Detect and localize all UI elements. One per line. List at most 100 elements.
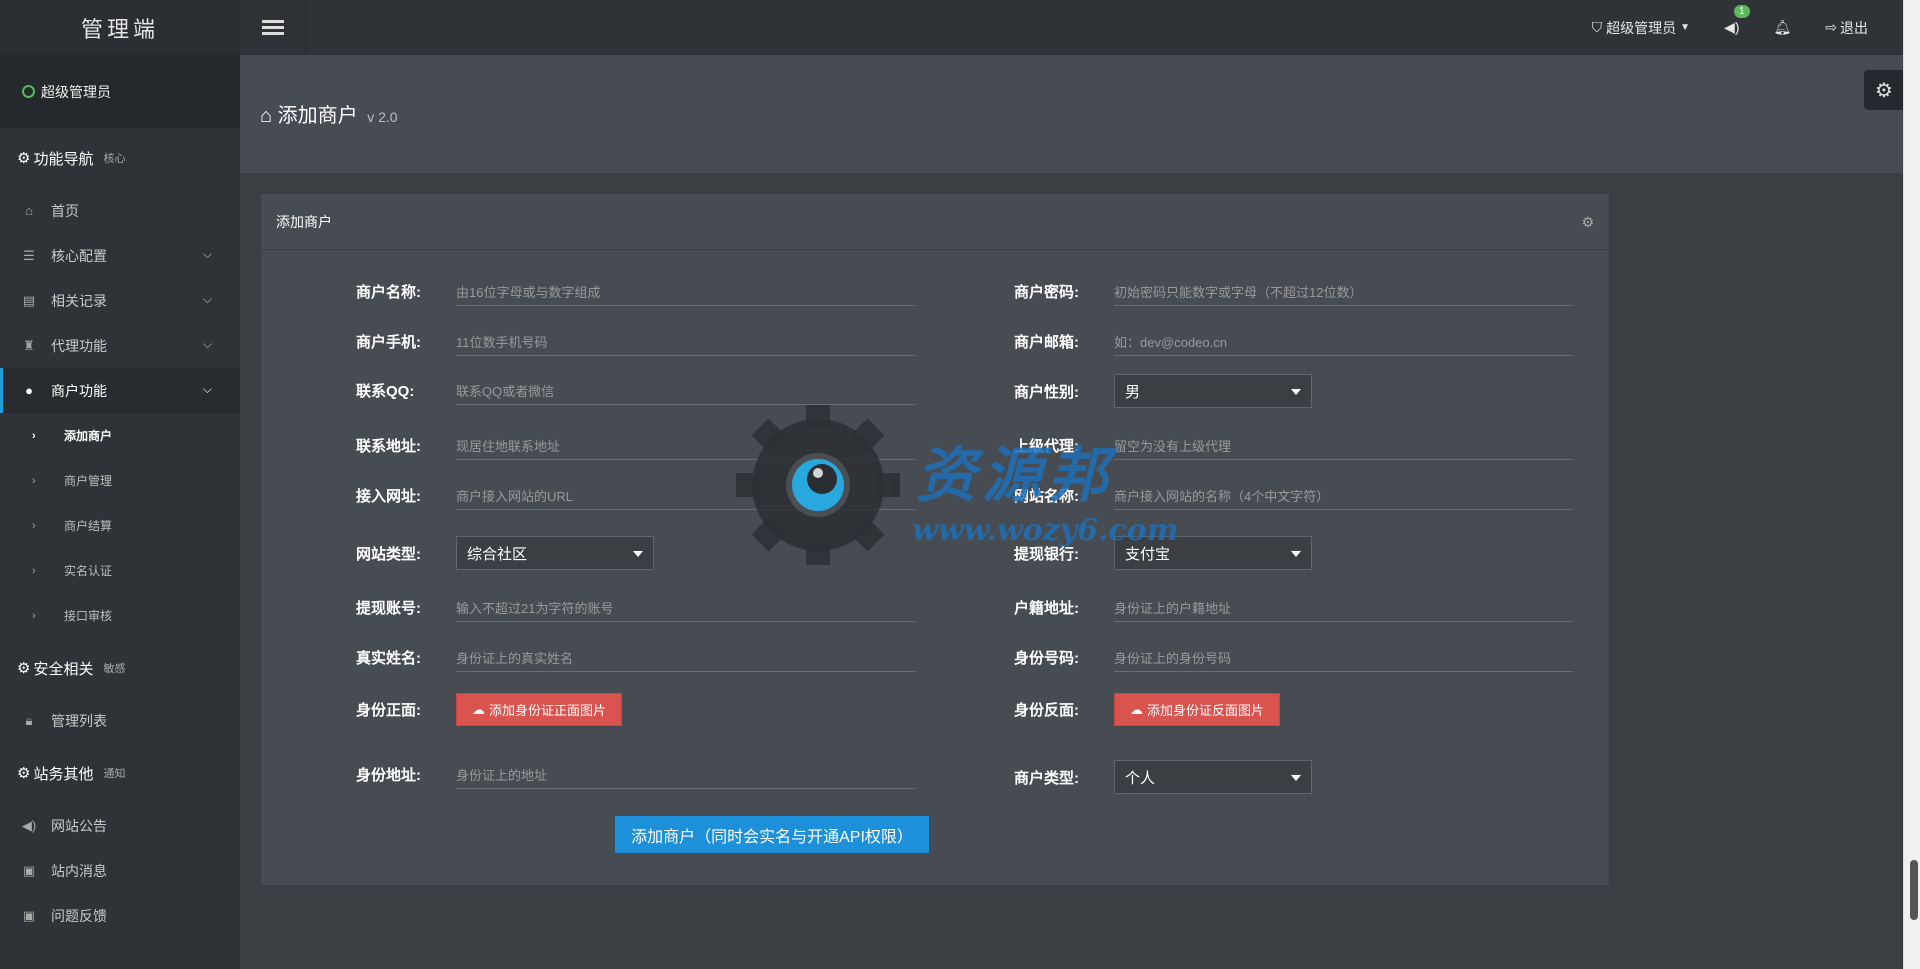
real-name-input[interactable]: 身份证上的真实姓名 — [456, 643, 915, 672]
site-type-select[interactable]: 综合社区 — [456, 536, 654, 570]
sliders-icon: ☰ — [23, 247, 35, 263]
bell-icon: 🔔︎ — [1773, 19, 1792, 35]
field-access-url: 接入网址: 商户接入网站的URL — [356, 481, 915, 510]
gear-icon[interactable]: ⚙ — [1581, 214, 1594, 231]
sidebar-subitem-merchant-settle[interactable]: › 商户结算 — [0, 503, 240, 548]
admin-dropdown[interactable]: ⛉ 超级管理员 ▼ — [1592, 18, 1690, 38]
theme-settings-button[interactable]: ⚙ — [1864, 70, 1904, 110]
page-version: v 2.0 — [367, 109, 398, 125]
contact-qq-input[interactable]: 联系QQ或者微信 — [456, 376, 915, 405]
withdraw-bank-select[interactable]: 支付宝 — [1114, 536, 1312, 570]
field-parent-agent: 上级代理: 留空为没有上级代理 — [1014, 431, 1573, 460]
sidebar-item-feedback[interactable]: ▣ 问题反馈 — [0, 893, 240, 938]
user-status: 超级管理员 — [0, 55, 240, 128]
merchant-name-input[interactable]: 由16位字母或与数字组成 — [456, 277, 915, 306]
caret-down-icon: ▼ — [1680, 22, 1691, 33]
section-sub: 核心 — [103, 153, 126, 165]
notice-count-badge: 1 — [1734, 5, 1750, 18]
field-label: 网站类型: — [356, 545, 421, 563]
sidebar-item-agent[interactable]: ♜ 代理功能 ⌵ — [0, 323, 240, 368]
field-label: 商户邮箱: — [1014, 334, 1079, 351]
vertical-scrollbar[interactable] — [1903, 0, 1920, 969]
field-label: 上级代理: — [1014, 438, 1079, 455]
chevron-right-icon: › — [32, 609, 36, 622]
field-label: 商户密码: — [1014, 284, 1079, 301]
sidebar-subitem-merchant-manage[interactable]: › 商户管理 — [0, 458, 240, 503]
field-withdraw-account: 提现账号: 输入不超过21为字符的账号 — [356, 593, 915, 622]
section-title: 功能导航 — [33, 150, 94, 168]
lock-icon: 🔒︎ — [25, 712, 33, 728]
brand-logo: 管理端 — [0, 0, 240, 55]
sidebar-subitem-real-name[interactable]: › 实名认证 — [0, 548, 240, 593]
field-id-back: 身份反面: ☁ 添加身份证反面图片 — [1014, 693, 1281, 726]
notice-button[interactable]: ◀) 1 — [1724, 5, 1750, 36]
sidebar-item-label: 管理列表 — [51, 712, 107, 729]
id-number-input[interactable]: 身份证上的身份号码 — [1114, 643, 1573, 672]
sidebar-item-messages[interactable]: ▣ 站内消息 — [0, 848, 240, 893]
parent-agent-input[interactable]: 留空为没有上级代理 — [1114, 431, 1573, 460]
panel-title: 添加商户 — [276, 213, 332, 230]
withdraw-account-input[interactable]: 输入不超过21为字符的账号 — [456, 593, 915, 622]
submit-add-merchant-button[interactable]: 添加商户（同时会实名与开通API权限） — [615, 816, 929, 853]
sidebar-item-merchant[interactable]: ● 商户功能 ⌵ — [0, 368, 240, 413]
chevron-down-icon: ⌵ — [202, 337, 212, 351]
field-id-front: 身份正面: ☁ 添加身份证正面图片 — [356, 693, 623, 726]
sidebar-item-label: 首页 — [51, 202, 79, 219]
subitem-label: 商户管理 — [64, 474, 113, 488]
field-label: 商户类型: — [1014, 769, 1079, 787]
sidebar-item-home[interactable]: ⌂ 首页 — [0, 188, 240, 233]
chevron-down-icon: ⌵ — [202, 292, 212, 306]
merchant-gender-select[interactable]: 男 — [1114, 374, 1312, 408]
field-label: 身份地址: — [356, 767, 421, 784]
field-label: 提现银行: — [1014, 545, 1079, 563]
field-site-name: 网站名称: 商户接入网站的名称（4个中文字符） — [1014, 481, 1573, 510]
contact-address-input[interactable]: 现居住地联系地址 — [456, 431, 915, 460]
panel-header: 添加商户 ⚙ — [261, 194, 1609, 250]
field-merchant-password: 商户密码: 初始密码只能数字或字母（不超过12位数） — [1014, 277, 1573, 306]
volume-icon: ◀) — [21, 817, 37, 833]
page-header: ⌂ 添加商户 v 2.0 — [240, 55, 1904, 173]
merchant-phone-input[interactable]: 11位数手机号码 — [456, 327, 915, 356]
home-icon: ⌂ — [25, 203, 33, 218]
sidebar-item-label: 网站公告 — [51, 817, 107, 834]
logout-button[interactable]: ⇨ 退出 — [1825, 18, 1868, 38]
access-url-input[interactable]: 商户接入网站的URL — [456, 481, 915, 510]
sidebar-subitem-api-review[interactable]: › 接口审核 — [0, 593, 240, 638]
menu-toggle-button[interactable] — [240, 0, 306, 55]
field-merchant-type: 商户类型: 个人 — [1014, 760, 1312, 794]
home-icon: ⌂ — [260, 105, 273, 127]
chevron-down-icon: ⌵ — [202, 382, 212, 396]
field-label: 商户手机: — [356, 334, 421, 351]
household-address-input[interactable]: 身份证上的户籍地址 — [1114, 593, 1573, 622]
scrollbar-thumb[interactable] — [1910, 860, 1918, 920]
merchant-type-select[interactable]: 个人 — [1114, 760, 1312, 794]
field-merchant-email: 商户邮箱: 如：dev@codeo.cn — [1014, 327, 1573, 356]
list-icon — [261, 17, 284, 38]
bell-button[interactable]: 🔔︎ — [1773, 19, 1791, 36]
sidebar-item-records[interactable]: ▤ 相关记录 ⌵ — [0, 278, 240, 323]
button-label: 添加身份证反面图片 — [1147, 703, 1265, 718]
upload-id-front-button[interactable]: ☁ 添加身份证正面图片 — [456, 693, 623, 726]
button-label: 添加身份证正面图片 — [489, 703, 607, 718]
subitem-label: 商户结算 — [64, 519, 113, 533]
caret-down-icon — [633, 551, 643, 557]
site-name-input[interactable]: 商户接入网站的名称（4个中文字符） — [1114, 481, 1573, 510]
merchant-email-input[interactable]: 如：dev@codeo.cn — [1114, 327, 1573, 356]
field-label: 真实姓名: — [356, 650, 421, 667]
field-label: 户籍地址: — [1014, 600, 1079, 617]
upload-id-back-button[interactable]: ☁ 添加身份证反面图片 — [1114, 693, 1281, 726]
field-id-address: 身份地址: 身份证上的地址 — [356, 760, 915, 789]
admin-label: 超级管理员 — [1606, 19, 1677, 36]
field-label: 商户名称: — [356, 284, 421, 301]
cloud-upload-icon: ☁ — [472, 701, 485, 717]
field-label: 身份号码: — [1014, 650, 1079, 667]
merchant-password-input[interactable]: 初始密码只能数字或字母（不超过12位数） — [1114, 277, 1573, 306]
id-address-input[interactable]: 身份证上的地址 — [456, 760, 915, 789]
field-withdraw-bank: 提现银行: 支付宝 — [1014, 536, 1312, 570]
chevron-right-icon: › — [32, 429, 36, 442]
sidebar-item-announcement[interactable]: ◀) 网站公告 — [0, 803, 240, 848]
sidebar-subitem-add-merchant[interactable]: › 添加商户 — [0, 413, 240, 458]
field-label: 提现账号: — [356, 600, 421, 617]
sidebar-item-admin-list[interactable]: 🔒︎ 管理列表 — [0, 698, 240, 743]
sidebar-item-core-config[interactable]: ☰ 核心配置 ⌵ — [0, 233, 240, 278]
